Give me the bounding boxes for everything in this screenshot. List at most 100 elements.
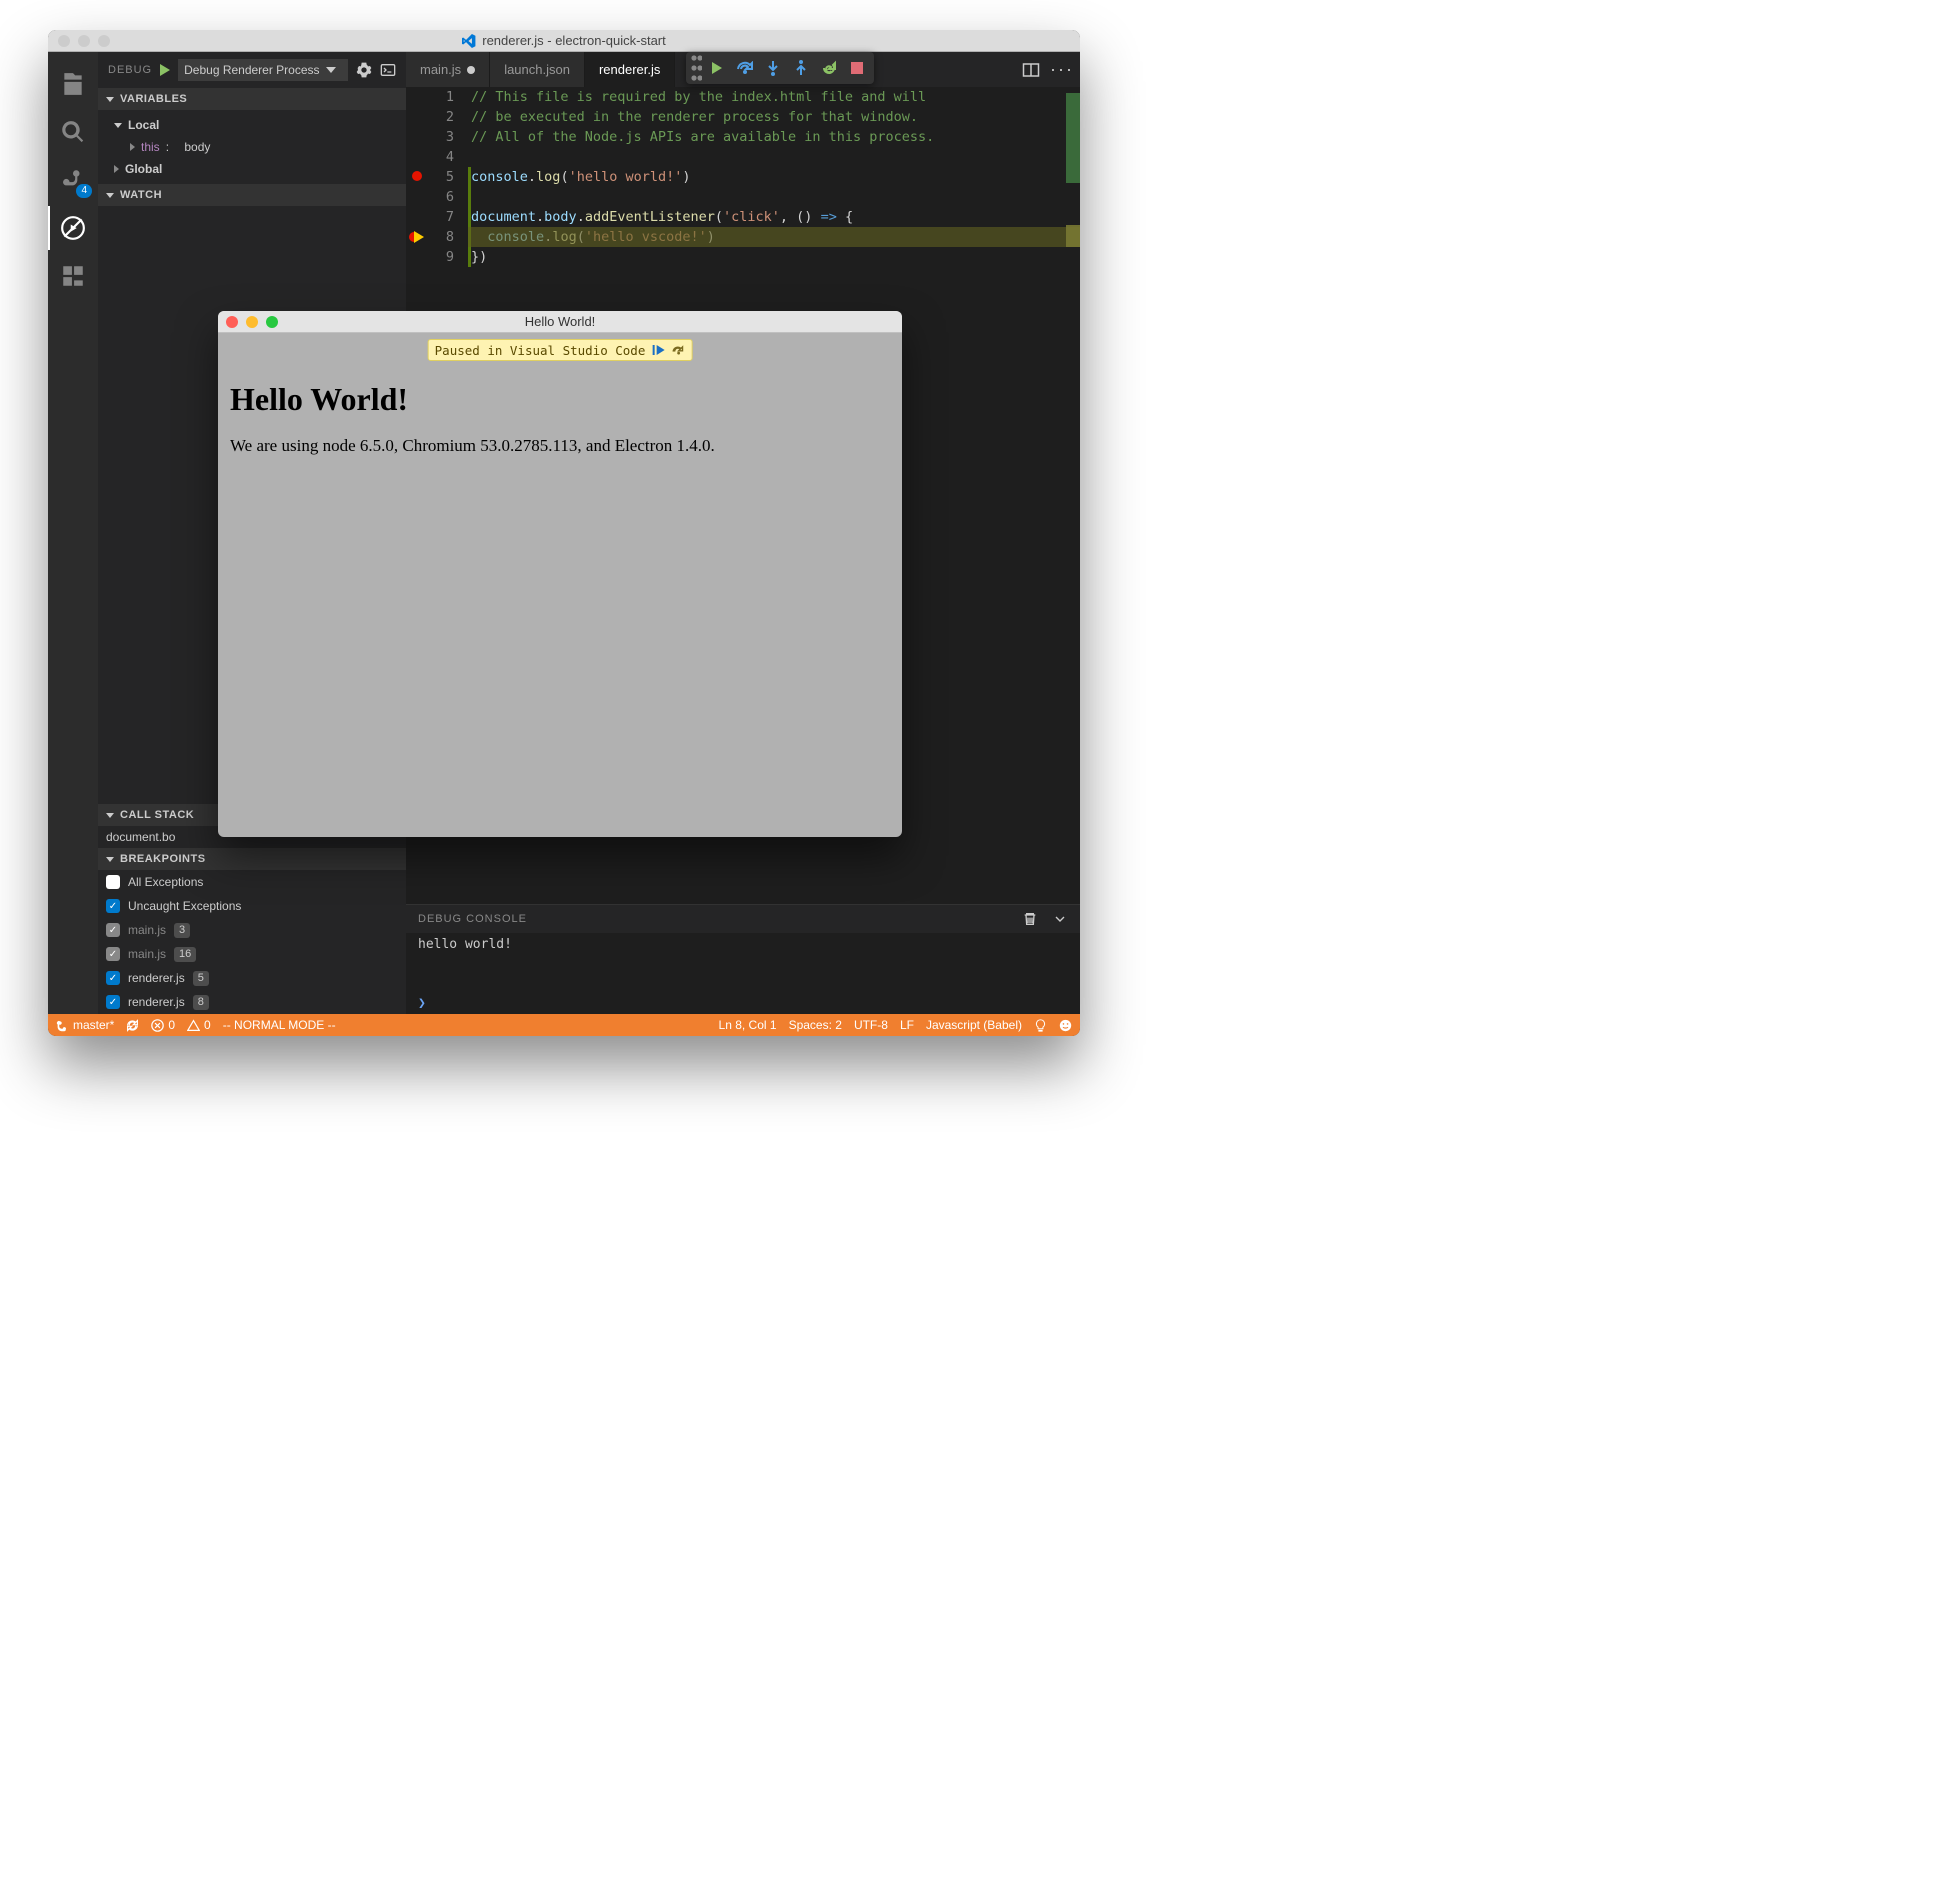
debug-toolbar[interactable]	[686, 52, 874, 84]
section-breakpoints-header[interactable]: BREAKPOINTS	[98, 848, 406, 870]
child-heading: Hello World!	[230, 381, 890, 418]
continue-button[interactable]	[704, 55, 730, 81]
debug-console-icon[interactable]	[380, 62, 396, 78]
breakpoint-checkbox[interactable]	[106, 899, 120, 913]
code-line[interactable]	[468, 187, 1080, 207]
breakpoint-checkbox[interactable]	[106, 995, 120, 1009]
breakpoint-row[interactable]: main.js16	[98, 942, 406, 966]
child-minimize-button[interactable]	[246, 316, 258, 328]
breakpoint-checkbox[interactable]	[106, 923, 120, 937]
breakpoint-checkbox[interactable]	[106, 971, 120, 985]
chevron-down-icon	[326, 67, 336, 73]
extensions-icon[interactable]	[48, 254, 98, 298]
eol[interactable]: LF	[900, 1018, 914, 1032]
sync-button[interactable]	[126, 1019, 139, 1032]
dirty-indicator	[467, 66, 475, 74]
tab-label: renderer.js	[599, 62, 660, 77]
editor-tab[interactable]: main.js	[406, 52, 490, 87]
breakpoint-row[interactable]: Uncaught Exceptions	[98, 894, 406, 918]
zoom-button[interactable]	[98, 35, 110, 47]
activity-bar: 4	[48, 52, 98, 1014]
breakpoint-row[interactable]: main.js 3	[98, 918, 406, 942]
bulb-icon[interactable]	[1034, 1019, 1047, 1032]
debug-header: DEBUG Debug Renderer Process	[98, 52, 406, 88]
tab-label: launch.json	[504, 62, 570, 77]
breakpoint-checkbox[interactable]	[106, 947, 120, 961]
child-titlebar: Hello World!	[218, 311, 902, 333]
editor-tabs: main.js launch.json renderer.js ···	[406, 52, 1080, 87]
traffic-lights	[58, 35, 110, 47]
close-button[interactable]	[58, 35, 70, 47]
breakpoint-glyph[interactable]	[412, 171, 422, 181]
window-title: renderer.js - electron-quick-start	[462, 33, 666, 48]
breakpoint-label: main.js	[128, 923, 166, 937]
cursor-position[interactable]: Ln 8, Col 1	[719, 1018, 777, 1032]
child-paragraph: We are using node 6.5.0, Chromium 53.0.2…	[230, 436, 890, 456]
code-line[interactable]	[468, 147, 1080, 167]
git-branch[interactable]: master*	[56, 1018, 114, 1032]
breakpoint-line: 16	[174, 947, 196, 962]
debug-config-select[interactable]: Debug Renderer Process	[178, 59, 348, 81]
breakpoint-label: Uncaught Exceptions	[128, 899, 241, 913]
debug-console-title: DEBUG CONSOLE	[418, 913, 527, 925]
code-line[interactable]: // This file is required by the index.ht…	[468, 87, 1080, 107]
clear-console-icon[interactable]	[1022, 911, 1038, 927]
editor-tab[interactable]: launch.json	[490, 52, 585, 87]
grip-icon[interactable]	[690, 52, 702, 84]
debug-console-output: hello world!	[406, 933, 1080, 992]
vscode-icon	[462, 34, 476, 48]
breakpoint-row[interactable]: renderer.js 8	[98, 990, 406, 1014]
step-out-button[interactable]	[788, 55, 814, 81]
language-mode[interactable]: Javascript (Babel)	[926, 1018, 1022, 1032]
debug-icon[interactable]	[48, 206, 98, 250]
paused-overlay: Paused in Visual Studio Code	[428, 339, 693, 361]
tab-label: main.js	[420, 62, 461, 77]
restart-button[interactable]	[816, 55, 842, 81]
warnings-count[interactable]: 0	[187, 1018, 211, 1032]
step-icon[interactable]	[671, 343, 685, 357]
status-bar: master* 0 0 -- NORMAL MODE -- Ln 8, Col …	[48, 1014, 1080, 1036]
breakpoint-line: 8	[193, 995, 209, 1010]
code-line[interactable]: document.body.addEventListener('click', …	[468, 207, 1080, 227]
start-debug-button[interactable]	[160, 64, 170, 76]
section-watch-header[interactable]: WATCH	[98, 184, 406, 206]
scm-icon[interactable]: 4	[48, 158, 98, 202]
breakpoint-line: 3	[174, 923, 190, 938]
child-zoom-button[interactable]	[266, 316, 278, 328]
breakpoint-row[interactable]: All Exceptions	[98, 870, 406, 894]
electron-app-window: Hello World! Paused in Visual Studio Cod…	[218, 311, 902, 837]
stop-button[interactable]	[844, 55, 870, 81]
minimize-button[interactable]	[78, 35, 90, 47]
resume-icon[interactable]	[651, 343, 665, 357]
split-editor-icon[interactable]	[1022, 61, 1040, 79]
encoding[interactable]: UTF-8	[854, 1018, 888, 1032]
debug-console-input[interactable]: ❯	[406, 992, 1080, 1014]
code-line[interactable]: })	[468, 247, 1080, 267]
breakpoint-line: 5	[193, 971, 209, 986]
step-into-button[interactable]	[760, 55, 786, 81]
editor-tab[interactable]: renderer.js	[585, 52, 675, 87]
explorer-icon[interactable]	[48, 62, 98, 106]
breakpoint-checkbox[interactable]	[106, 875, 120, 889]
code-line[interactable]: // be executed in the renderer process f…	[468, 107, 1080, 127]
breakpoint-label: renderer.js	[128, 995, 185, 1009]
gear-icon[interactable]	[356, 62, 372, 78]
step-over-button[interactable]	[732, 55, 758, 81]
more-actions-icon[interactable]: ···	[1050, 59, 1074, 80]
section-variables-header[interactable]: VARIABLES	[98, 88, 406, 110]
code-line[interactable]: // All of the Node.js APIs are available…	[468, 127, 1080, 147]
scope-global[interactable]: Global	[106, 158, 398, 180]
child-close-button[interactable]	[226, 316, 238, 328]
indentation[interactable]: Spaces: 2	[789, 1018, 842, 1032]
errors-count[interactable]: 0	[151, 1018, 175, 1032]
var-this[interactable]: this: body	[106, 136, 398, 158]
breakpoint-row[interactable]: renderer.js5	[98, 966, 406, 990]
chevron-down-icon[interactable]	[1052, 911, 1068, 927]
feedback-icon[interactable]	[1059, 1019, 1072, 1032]
debug-console-panel: DEBUG CONSOLE hello world! ❯	[406, 904, 1080, 1014]
execution-pointer-icon	[408, 229, 426, 249]
scope-local[interactable]: Local	[106, 114, 398, 136]
scm-badge: 4	[76, 184, 92, 198]
code-line[interactable]: console.log('hello world!')	[468, 167, 1080, 187]
search-icon[interactable]	[48, 110, 98, 154]
